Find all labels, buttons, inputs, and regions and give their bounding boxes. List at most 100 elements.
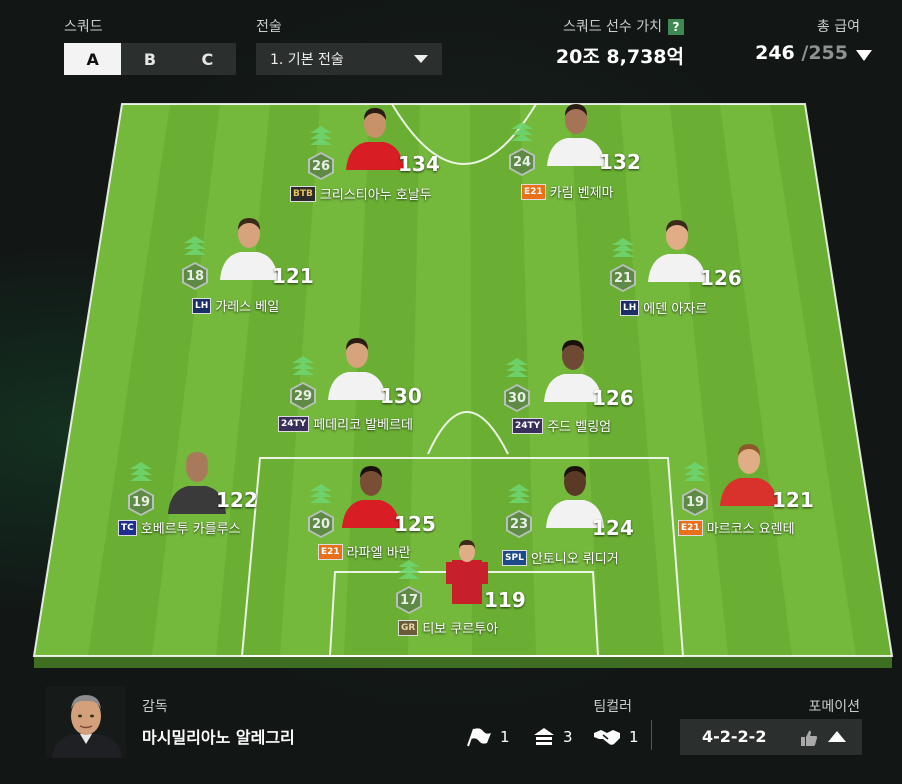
player-name: 카림 벤제마	[549, 186, 614, 201]
season-badge: TC	[118, 519, 137, 536]
player-card-llorente[interactable]: 19 121 E21 마르코스 요렌테	[668, 436, 828, 556]
player-name: 페데리코 발베르데	[313, 418, 413, 433]
enhance-level-value: 30	[506, 386, 528, 410]
pitch-edge	[34, 656, 892, 668]
enhance-level-value: 20	[310, 512, 332, 536]
enhance-level-value: 24	[511, 150, 533, 174]
player-ovr: 122	[216, 488, 258, 512]
player-ovr: 134	[398, 152, 440, 176]
teamcolor-handshake-count: 1	[629, 728, 639, 746]
coach-name[interactable]: 마시밀리아노 알레그리	[142, 724, 295, 748]
enhance-level-badge: 30	[504, 384, 530, 412]
teamcolor-stack-count: 3	[563, 728, 573, 746]
player-name: 크리스티아누 호날두	[319, 188, 432, 203]
player-portrait	[718, 436, 780, 506]
player-card-benzema[interactable]: 24 132 E21 카림 벤제마	[495, 96, 655, 216]
coach-portrait	[46, 686, 126, 758]
player-card-ronaldo[interactable]: 26 134 BTB 크리스티아누 호날두	[290, 100, 456, 220]
player-card-bale[interactable]: 18 121 LH 가레스 베일	[168, 210, 328, 330]
level-up-arrows-icon	[128, 462, 154, 481]
formation-label: 포메이션	[808, 699, 860, 715]
teamcolor-flag[interactable]: 1	[466, 727, 510, 747]
teamcolor-label: 팀컬러	[593, 699, 632, 715]
season-badge: LH	[192, 297, 212, 314]
enhance-level-value: 29	[292, 384, 314, 408]
player-name: 호베르투 카를루스	[140, 522, 241, 537]
player-ovr: 121	[272, 264, 314, 288]
teamcolor-handshake[interactable]: 1	[593, 727, 639, 747]
player-portrait	[326, 330, 388, 400]
player-name-row: 24TY 페데리코 발베르데	[278, 414, 413, 433]
player-name-row: LH 에덴 아자르	[620, 298, 707, 317]
season-badge: E21	[678, 519, 703, 536]
level-up-arrows-icon	[308, 484, 334, 503]
player-name: 안토니오 뤼디거	[530, 552, 619, 567]
player-card-bellingham[interactable]: 30 126 24TY 주드 벨링엄	[494, 332, 654, 452]
player-ovr: 121	[772, 488, 814, 512]
enhance-level-value: 23	[508, 512, 530, 536]
season-badge: E21	[318, 543, 343, 560]
enhance-level-value: 19	[684, 490, 706, 514]
player-ovr: 125	[394, 512, 436, 536]
player-portrait	[340, 458, 402, 528]
enhance-level-badge: 24	[509, 148, 535, 176]
player-name-row: BTB 크리스티아누 호날두	[290, 184, 432, 203]
season-badge: 24TY	[512, 417, 544, 434]
thumbs-up-icon[interactable]	[800, 729, 818, 747]
level-up-arrows-icon	[506, 484, 532, 503]
player-name-row: 24TY 주드 벨링엄	[512, 416, 611, 435]
player-card-hazard[interactable]: 21 126 LH 에덴 아자르	[596, 212, 756, 332]
enhance-level-badge: 18	[182, 262, 208, 290]
enhance-level-badge: 19	[128, 488, 154, 516]
player-card-valverde[interactable]: 29 130 24TY 페데리코 발베르데	[278, 330, 438, 450]
level-up-arrows-icon	[182, 236, 208, 255]
player-name: 마르코스 요렌테	[706, 522, 795, 537]
enhance-level-badge: 26	[308, 152, 334, 180]
player-card-carlos[interactable]: 19 122 TC 호베르투 카를루스	[114, 436, 274, 556]
player-name-row: LH 가레스 베일	[192, 296, 279, 315]
player-portrait	[646, 212, 708, 282]
level-up-arrows-icon	[509, 122, 535, 141]
level-up-arrows-icon	[396, 560, 422, 579]
enhance-level-value: 18	[184, 264, 206, 288]
teamcolor-flag-count: 1	[500, 728, 510, 746]
player-name: 티보 쿠르투아	[422, 622, 499, 637]
player-ovr: 126	[592, 386, 634, 410]
divider	[651, 720, 652, 750]
player-name-row: E21 마르코스 요렌테	[678, 518, 795, 537]
enhance-level-badge: 19	[682, 488, 708, 516]
handshake-icon	[594, 730, 620, 745]
player-name-row: TC 호베르투 카를루스	[118, 518, 241, 537]
level-up-arrows-icon	[290, 356, 316, 375]
enhance-level-value: 21	[612, 266, 634, 290]
enhance-level-badge: 20	[308, 510, 334, 538]
player-portrait	[545, 96, 607, 166]
level-up-arrows-icon	[610, 238, 636, 257]
player-name: 가레스 베일	[215, 300, 280, 315]
level-up-arrows-icon	[504, 358, 530, 377]
enhance-level-badge: 17	[396, 586, 422, 614]
season-badge: E21	[521, 183, 546, 200]
player-ovr: 124	[592, 516, 634, 540]
season-badge: LH	[620, 299, 640, 316]
season-badge: 24TY	[278, 415, 310, 432]
player-ovr: 132	[599, 150, 641, 174]
teamcolor-stack[interactable]: 3	[533, 727, 573, 747]
player-ovr: 130	[380, 384, 422, 408]
formation-expand-icon[interactable]	[828, 731, 846, 742]
player-name-row: GR 티보 쿠르투아	[398, 618, 498, 637]
player-portrait	[344, 100, 406, 170]
player-card-courtois[interactable]: 17 119 GR 티보 쿠르투아	[380, 534, 540, 654]
player-name: 주드 벨링엄	[547, 420, 612, 435]
enhance-level-badge: 29	[290, 382, 316, 410]
formation-value: 4-2-2-2	[702, 727, 767, 746]
level-up-arrows-icon	[308, 126, 334, 145]
player-ovr: 119	[484, 588, 526, 612]
stack-up-icon	[534, 728, 554, 745]
enhance-level-badge: 21	[610, 264, 636, 292]
coach-label: 감독	[142, 699, 168, 715]
player-ovr: 126	[700, 266, 742, 290]
enhance-level-value: 17	[398, 588, 420, 612]
player-portrait	[218, 210, 280, 280]
formation-selector[interactable]: 4-2-2-2	[680, 719, 862, 755]
